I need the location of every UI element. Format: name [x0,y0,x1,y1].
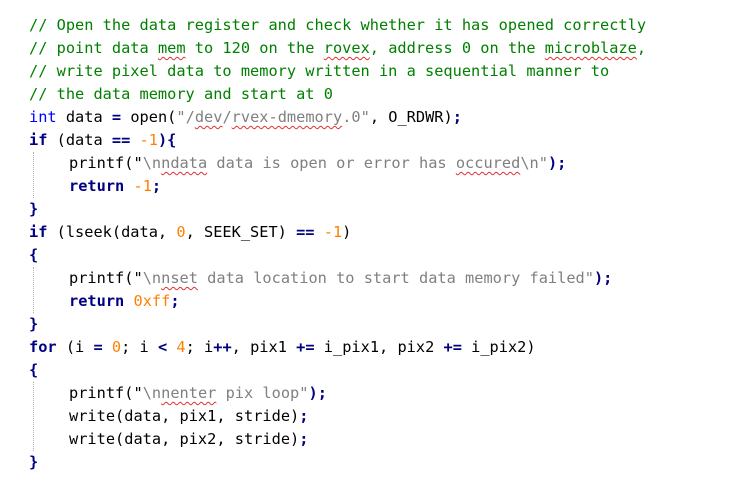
code-line-5: int data = open("/dev/rvex-dmemory.0", O… [29,108,462,126]
code-line-10: if (lseek(data, 0, SEEK_SET) == -1) [29,223,352,241]
code-editor[interactable]: // Open the data register and check whet… [0,0,741,487]
code-line-6: if (data == -1){ [29,131,177,149]
code-line-14: } [29,315,39,333]
code-line-8: return -1; [69,177,162,195]
indent-guide [33,267,34,313]
indent-guide [33,382,34,451]
code-line-4: // the data memory and start at 0 [29,85,333,103]
code-line-16: { [29,361,39,379]
code-line-19: write(data, pix2, stride); [69,430,309,448]
code-line-2: // point data mem to 120 on the rovex, a… [29,39,647,57]
code-line-11: { [29,246,39,264]
code-line-1: // Open the data register and check whet… [29,16,647,34]
code-line-18: write(data, pix1, stride); [69,407,309,425]
code-line-3: // write pixel data to memory written in… [29,62,610,80]
code-line-17: printf("\nnenter pix loop"); [69,384,327,402]
indent-guide [33,152,34,198]
code-line-20: } [29,453,39,471]
code-line-9: } [29,200,39,218]
code-line-12: printf("\nnset data location to start da… [69,269,613,287]
code-line-7: printf("\nndata data is open or error ha… [69,154,567,172]
code-line-15: for (i = 0; i < 4; i++, pix1 += i_pix1, … [29,338,536,356]
code-line-13: return 0xff; [69,292,180,310]
